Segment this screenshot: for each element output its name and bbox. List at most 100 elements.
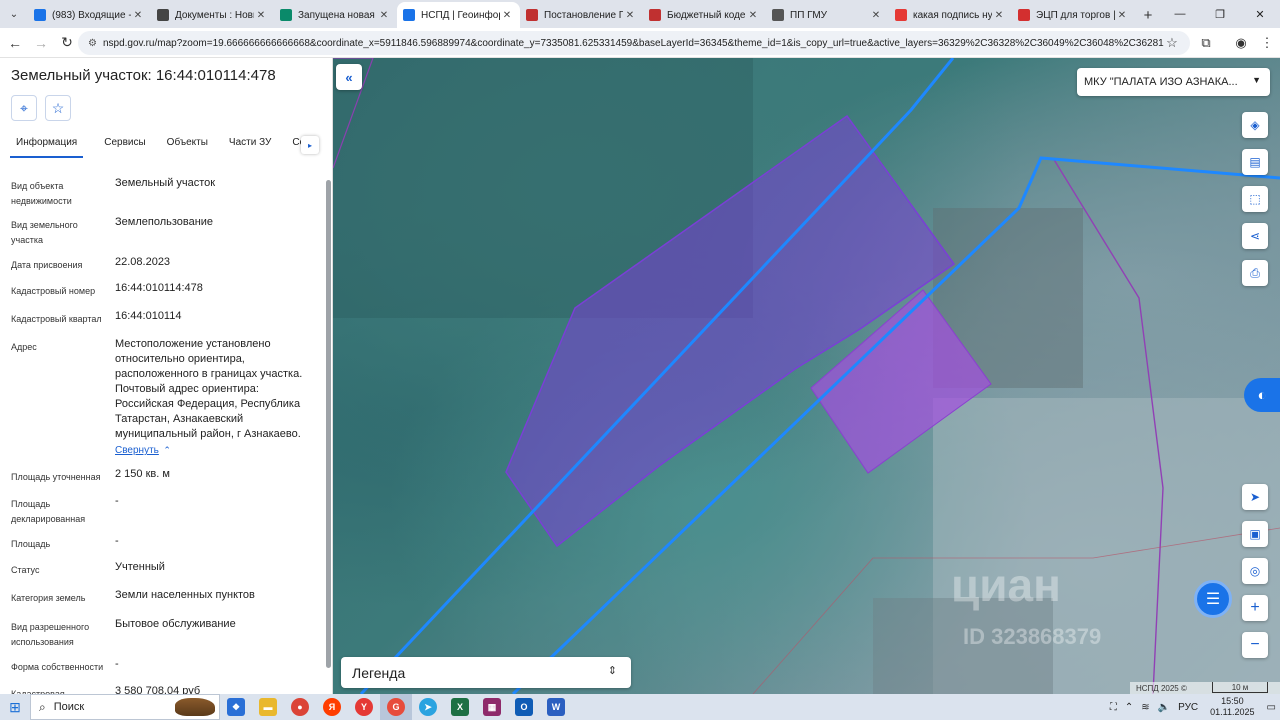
address-bar[interactable]: ⚙ nspd.gov.ru/map?zoom=19.66666666666666… (78, 31, 1190, 55)
attribute-value: - (115, 658, 119, 670)
tab-title: Постановление Пра (544, 9, 623, 21)
clock[interactable]: 15:50 01.11.2025 (1210, 696, 1254, 718)
telegram-icon[interactable]: ➤ (412, 694, 444, 720)
restore-icon[interactable]: ❐ (1200, 0, 1240, 28)
close-tab-icon[interactable]: ✕ (377, 10, 391, 21)
panel-scrollbar-thumb[interactable] (326, 180, 331, 668)
close-tab-icon[interactable]: ✕ (869, 10, 883, 21)
browser-tab[interactable]: Бюджетный кодекс✕ (643, 2, 766, 28)
windows-start-icon[interactable]: ⊞ (0, 694, 30, 720)
tabs-scroll-right-icon[interactable]: ▸ (301, 136, 319, 154)
chat-icon[interactable]: ☰ (1194, 580, 1232, 618)
sort-arrows-icon: ⇕ (607, 665, 617, 677)
system-tray: ⛶ ⌃ ≋ 🔈 РУС 15:50 01.11.2025 ▭ (1106, 694, 1280, 720)
ecp-icon (1018, 9, 1030, 21)
zoom-out-button[interactable]: − (1242, 632, 1268, 658)
tab-search-button[interactable]: ⌄ (0, 0, 28, 28)
back-button[interactable]: ← (2, 30, 28, 56)
volume-icon[interactable]: 🔈 (1158, 702, 1170, 713)
panel-tabs: ИнформацияСервисыОбъектыЧасти ЗУСоста (10, 134, 310, 158)
browser-tab[interactable]: (983) Входящие - По✕ (28, 2, 151, 28)
winrar-icon[interactable]: ▦ (476, 694, 508, 720)
tab-list: (983) Входящие - По✕Документы : Новые✕За… (28, 0, 1135, 28)
panel-tab[interactable]: Сервисы (104, 134, 145, 158)
close-tab-icon[interactable]: ✕ (992, 10, 1006, 21)
browser-tab[interactable]: НСПД | Геоинформа✕ (397, 2, 520, 28)
panel-tab[interactable]: Информация (10, 134, 84, 158)
minimap-icon[interactable]: ▣ (1242, 521, 1268, 547)
browser-tab[interactable]: ПП ГМУ ✕ (766, 2, 889, 28)
map-canvas[interactable]: « МКУ "ПАЛАТА ИЗО АЗНАКА... ▼ ◈ ▤ ⬚ ⋖ ⎙ … (333, 58, 1280, 694)
new-tab-button[interactable]: + (1135, 2, 1161, 28)
close-tab-icon[interactable]: ✕ (500, 10, 514, 21)
outlook-icon[interactable]: O (508, 694, 540, 720)
info-panel: Земельный участок: 16:44:010114:478 ⌖ ☆ … (0, 58, 333, 694)
tab-title: Запущена новая Пуб (298, 9, 377, 21)
assistant-icon[interactable]: ◐ (1244, 378, 1280, 412)
language-indicator[interactable]: РУС (1178, 702, 1198, 713)
tab-title: Документы : Новые (175, 9, 254, 21)
watermark-id: ID 323868379 (963, 624, 1102, 649)
minimize-icon[interactable]: — (1160, 0, 1200, 28)
favorite-star-icon[interactable]: ☆ (45, 95, 71, 121)
panel-tab[interactable]: Части ЗУ (229, 134, 271, 158)
attribute-value: Земельный участок (115, 177, 216, 189)
collapse-address-link[interactable]: Свернуть (115, 445, 159, 456)
attribute-label: Вид разрешенного использования (11, 622, 90, 647)
attribute-value: 16:44:010114:478 (115, 282, 203, 294)
close-tab-icon[interactable]: ✕ (746, 10, 760, 21)
yandex-icon[interactable]: Я (316, 694, 348, 720)
site-info-icon[interactable]: ⚙ (88, 38, 97, 49)
reload-button[interactable]: ↻ (54, 30, 80, 56)
bookmark-star-icon[interactable]: ☆ (1161, 32, 1183, 54)
forward-button[interactable]: → (28, 30, 54, 56)
browser-tab-strip: ⌄ (983) Входящие - По✕Документы : Новые✕… (0, 0, 1280, 28)
layers-icon[interactable]: ◈ (1242, 112, 1268, 138)
attribute-label: Площадь уточненная (11, 472, 101, 482)
network-icon[interactable]: ⛶ (1110, 702, 1117, 713)
browser-menu-icon[interactable]: ⋮ (1256, 32, 1278, 54)
geolocation-icon[interactable]: ◎ (1242, 558, 1268, 584)
browser-tab[interactable]: Постановление Пра✕ (520, 2, 643, 28)
locate-parcel-icon[interactable]: ⌖ (11, 95, 37, 121)
select-area-icon[interactable]: ⬚ (1242, 186, 1268, 212)
active-browser-icon[interactable]: G (380, 694, 412, 720)
wifi-icon[interactable]: ≋ (1141, 702, 1149, 713)
close-window-icon[interactable]: ✕ (1240, 0, 1280, 28)
browser-tab[interactable]: Документы : Новые✕ (151, 2, 274, 28)
map-overlay (333, 58, 1280, 694)
browser-tab[interactable]: Запущена новая Пуб✕ (274, 2, 397, 28)
word-icon[interactable]: W (540, 694, 572, 720)
panel-tab[interactable]: Объекты (167, 134, 208, 158)
explorer-icon[interactable]: ▬ (252, 694, 284, 720)
notifications-icon[interactable]: ▭ (1267, 702, 1276, 713)
attribute-label: Кадастровый номер (11, 286, 96, 296)
browser-tab[interactable]: какая подпись нуж ✕ (889, 2, 1012, 28)
yandex-browser-icon[interactable]: Y (348, 694, 380, 720)
attribute-value: 22.08.2023 (115, 256, 171, 268)
legend-button[interactable]: Легенда ⇕ (341, 657, 631, 688)
map-attribution: НСПД 2025 © 10 м (1130, 682, 1280, 694)
scale-bar: 10 м (1212, 682, 1268, 693)
browser-tab[interactable]: ЭЦП для торгов || Э✕ (1012, 2, 1135, 28)
close-tab-icon[interactable]: ✕ (1115, 10, 1129, 21)
attribute-value: Землепользование (115, 216, 214, 228)
close-tab-icon[interactable]: ✕ (254, 10, 268, 21)
ruler-icon[interactable]: ▤ (1242, 149, 1268, 175)
profile-icon[interactable]: ◉ (1230, 32, 1252, 54)
excel-icon[interactable]: X (444, 694, 476, 720)
print-icon[interactable]: ⎙ (1242, 260, 1268, 286)
taskbar-search[interactable]: ⌕ Поиск (30, 694, 220, 720)
close-tab-icon[interactable]: ✕ (623, 10, 637, 21)
extensions-icon[interactable]: ⧉ (1195, 32, 1217, 54)
organization-select[interactable]: МКУ "ПАЛАТА ИЗО АЗНАКА... ▼ (1077, 68, 1270, 96)
attribute-label: Статус (11, 565, 40, 575)
zoom-in-button[interactable]: + (1242, 595, 1268, 621)
close-tab-icon[interactable]: ✕ (131, 10, 145, 21)
navigate-icon[interactable]: ➤ (1242, 484, 1268, 510)
chrome-icon[interactable]: ● (284, 694, 316, 720)
collapse-panel-button[interactable]: « (336, 64, 362, 90)
chevron-up-icon[interactable]: ⌃ (1125, 702, 1133, 713)
taskview-icon[interactable]: ❖ (220, 694, 252, 720)
share-icon[interactable]: ⋖ (1242, 223, 1268, 249)
